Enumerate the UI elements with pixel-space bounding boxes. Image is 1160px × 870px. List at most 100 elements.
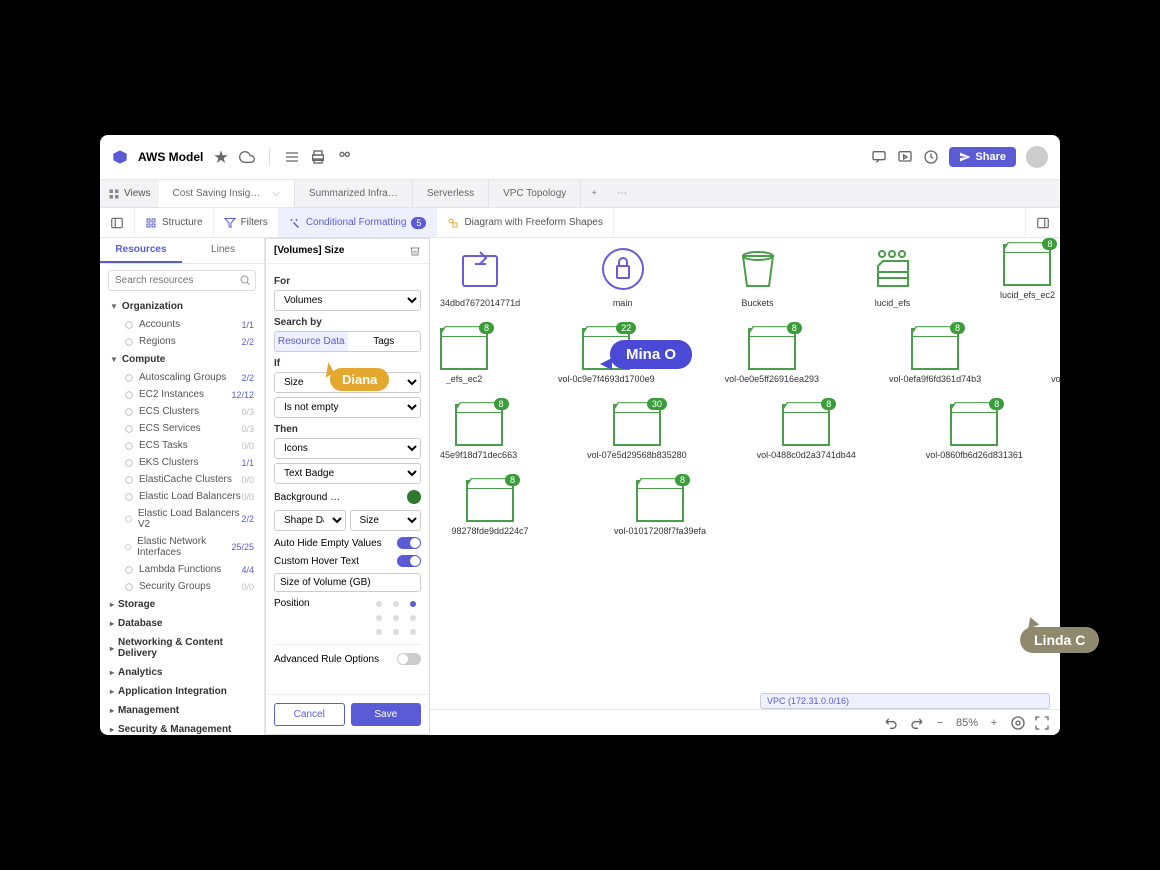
tree-group[interactable]: ▼Organization [100, 297, 264, 316]
position-picker[interactable] [371, 598, 421, 638]
zoom-out[interactable]: − [932, 717, 948, 729]
for-select[interactable]: Volumes [274, 290, 421, 311]
tab-summarized[interactable]: Summarized Infra… [295, 180, 413, 207]
right-panel-toggle[interactable] [1025, 208, 1060, 237]
resource-volume[interactable]: 30 vol-07e5d29568b835280 [587, 404, 687, 460]
tree-item[interactable]: Elastic Load Balancers V22/2 [100, 505, 264, 533]
center-icon[interactable] [1010, 715, 1026, 731]
tree-group[interactable]: ▸Storage [100, 595, 264, 614]
resource-volume[interactable]: 8 lucid_efs_ec2 [995, 244, 1060, 308]
position-label: Position [274, 598, 310, 609]
tree-item[interactable]: ECS Services0/3 [100, 420, 264, 437]
zoom-in[interactable]: + [986, 717, 1002, 729]
resource-volume[interactable]: 8 vol-0860fb6d26d831361 [926, 404, 1023, 460]
undo-icon[interactable] [884, 715, 900, 731]
more-tabs[interactable]: ⋯ [607, 188, 637, 199]
advanced-toggle[interactable] [397, 653, 421, 665]
auto-hide-toggle[interactable] [397, 537, 421, 549]
tree-group[interactable]: ▸Security & Management [100, 720, 264, 735]
shape-data-select[interactable]: Shape Data [274, 510, 346, 531]
tree-item[interactable]: Autoscaling Groups2/2 [100, 369, 264, 386]
filters-button[interactable]: Filters [214, 208, 279, 237]
tab-serverless[interactable]: Serverless [413, 180, 489, 207]
add-tab[interactable]: + [581, 188, 607, 199]
panel-title: [Volumes] Size [274, 245, 344, 257]
zoom-value: 85% [956, 717, 978, 729]
app-icon [112, 149, 128, 165]
search-by-resource[interactable]: Resource Data [275, 332, 348, 351]
search-input[interactable] [108, 270, 256, 291]
panel-toggle[interactable] [100, 208, 135, 237]
then-type-select[interactable]: Icons [274, 438, 421, 459]
fullscreen-icon[interactable] [1034, 715, 1050, 731]
tree-group[interactable]: ▸Analytics [100, 663, 264, 682]
tree-item[interactable]: Elastic Network Interfaces25/25 [100, 533, 264, 561]
user-avatar[interactable] [1026, 146, 1048, 168]
tree-item[interactable]: Lambda Functions4/4 [100, 561, 264, 578]
titlebar: AWS Model Share [100, 135, 1060, 180]
conditional-count: 5 [411, 217, 426, 229]
toolbar: Structure Filters Conditional Formatting… [100, 208, 1060, 238]
resource-cft[interactable]: 34dbd7672014771d [440, 244, 520, 308]
redo-icon[interactable] [908, 715, 924, 731]
history-icon[interactable] [923, 149, 939, 165]
tree-item[interactable]: Regions2/2 [100, 333, 264, 350]
delete-icon[interactable] [409, 245, 421, 257]
resource-volume[interactable]: 8 vol-01d99357f7817686 [1051, 328, 1060, 384]
tree-group[interactable]: ▸Application Integration [100, 682, 264, 701]
resource-volume[interactable]: 8 vol-0e0e5ff26916ea293 [725, 328, 819, 384]
cancel-button[interactable]: Cancel [274, 703, 345, 726]
cloud-icon[interactable] [239, 149, 255, 165]
tree-item[interactable]: ElastiCache Clusters0/0 [100, 471, 264, 488]
tree-item[interactable]: Elastic Load Balancers0/0 [100, 488, 264, 505]
resource-volume[interactable]: 8 _efs_ec2 [440, 328, 488, 384]
if-op-select[interactable]: Is not empty [274, 397, 421, 418]
conditional-formatting-button[interactable]: Conditional Formatting 5 [279, 208, 438, 237]
tree-item[interactable]: Security Groups0/0 [100, 578, 264, 595]
print-icon[interactable] [310, 149, 326, 165]
views-label[interactable]: Views [100, 188, 159, 200]
tree-group[interactable]: ▸Networking & Content Delivery [100, 633, 264, 663]
share-button[interactable]: Share [949, 147, 1016, 167]
sidebar-tab-lines[interactable]: Lines [182, 238, 264, 263]
hover-text-input[interactable] [274, 573, 421, 592]
cursor-linda: Linda C [1020, 627, 1099, 653]
structure-icon [145, 217, 157, 229]
resource-volume[interactable]: 8 vol-0efa9f6fd361d74b3 [889, 328, 981, 384]
tab-vpc[interactable]: VPC Topology [489, 180, 581, 207]
background-color[interactable] [407, 490, 421, 504]
save-button[interactable]: Save [351, 703, 422, 726]
view-tabs: Views Cost Saving Insig…⌵ Summarized Inf… [100, 180, 1060, 208]
tree-item[interactable]: Accounts1/1 [100, 316, 264, 333]
menu-icon[interactable] [284, 149, 300, 165]
search-by-tags[interactable]: Tags [348, 332, 421, 351]
resource-volume[interactable]: 8 vol-01017208f7fa39efa [610, 480, 710, 536]
badge-type-select[interactable]: Text Badge [274, 463, 421, 484]
resource-volume[interactable]: 8 98278fde9dd224c7 [440, 480, 540, 536]
resource-kms[interactable]: main [590, 244, 655, 308]
resource-efs[interactable]: lucid_efs [860, 244, 925, 308]
present-icon[interactable] [897, 149, 913, 165]
resource-bucket[interactable]: Buckets [725, 244, 790, 308]
hover-label: Custom Hover Text [274, 556, 359, 567]
tree-item[interactable]: EKS Clusters1/1 [100, 454, 264, 471]
structure-button[interactable]: Structure [135, 208, 214, 237]
shape-size-select[interactable]: Size [350, 510, 422, 531]
tree-group[interactable]: ▼Compute [100, 350, 264, 369]
cursor-diana: Diana [330, 368, 389, 391]
hover-toggle[interactable] [397, 555, 421, 567]
tree-group[interactable]: ▸Database [100, 614, 264, 633]
resource-volume[interactable]: 8 45e9f18d71dec663 [440, 404, 517, 460]
tree-item[interactable]: ECS Clusters0/3 [100, 403, 264, 420]
diagram-button[interactable]: Diagram with Freeform Shapes [437, 208, 613, 237]
canvas[interactable]: 34dbd7672014771d main Buckets lucid_efs 8 l… [430, 238, 1060, 735]
star-icon[interactable] [213, 149, 229, 165]
tab-cost-saving[interactable]: Cost Saving Insig…⌵ [159, 180, 295, 207]
tree-group[interactable]: ▸Management [100, 701, 264, 720]
sidebar-tab-resources[interactable]: Resources [100, 238, 182, 263]
tree-item[interactable]: EC2 Instances12/12 [100, 386, 264, 403]
resource-volume[interactable]: 8 vol-0488c0d2a3741db44 [757, 404, 856, 460]
tree-item[interactable]: ECS Tasks0/0 [100, 437, 264, 454]
group-icon[interactable] [336, 149, 352, 165]
comment-icon[interactable] [871, 149, 887, 165]
